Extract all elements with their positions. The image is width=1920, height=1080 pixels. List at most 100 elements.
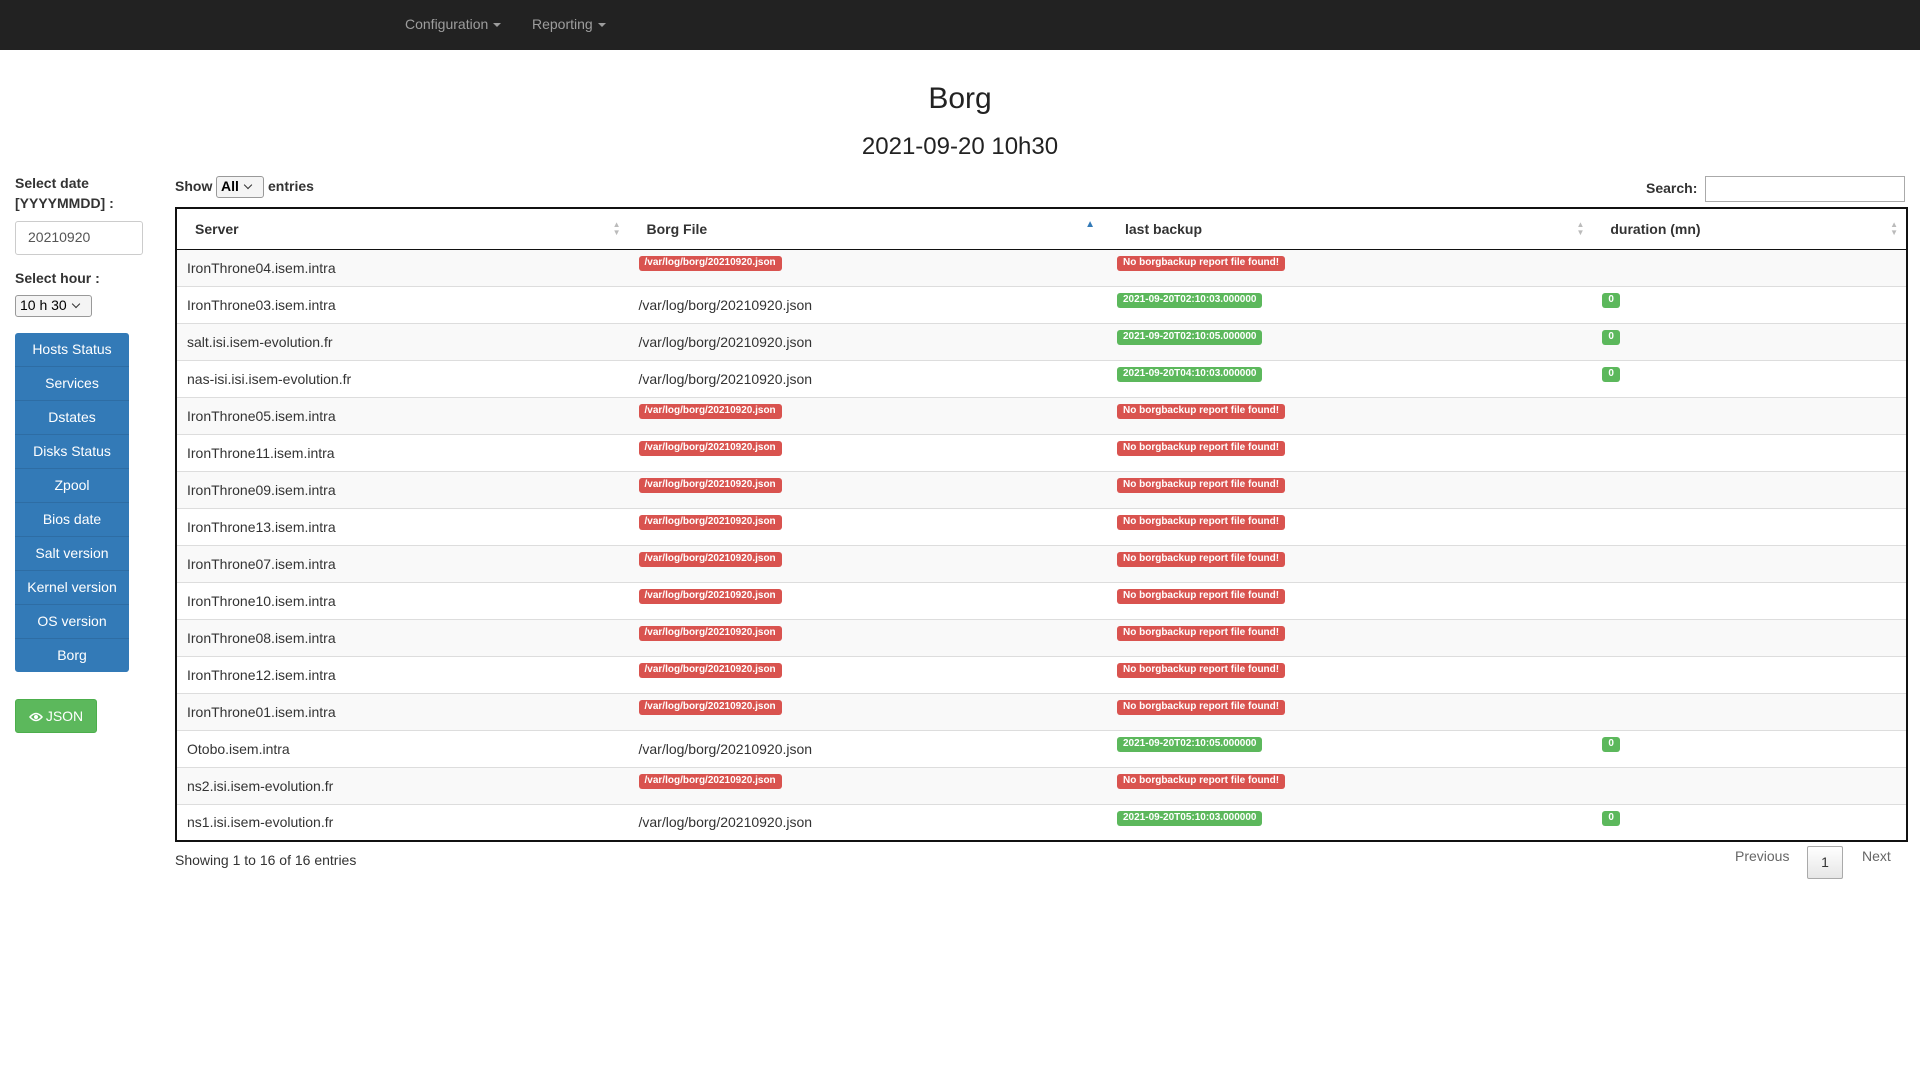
table-row: IronThrone05.isem.intra/var/log/borg/202… <box>176 396 1907 434</box>
last-backup-success-badge: 2021-09-20T05:10:03.000000 <box>1117 810 1263 826</box>
entries-length-select[interactable]: All <box>216 176 264 198</box>
table-row: IronThrone12.isem.intra/var/log/borg/202… <box>176 655 1907 693</box>
table-row: IronThrone07.isem.intra/var/log/borg/202… <box>176 544 1907 582</box>
previous-page-button[interactable]: Previous <box>1735 848 1789 864</box>
search-input[interactable] <box>1705 176 1905 202</box>
last-backup-cell: 2021-09-20T04:10:03.000000 <box>1107 359 1593 397</box>
column-header-last-backup[interactable]: last backup ▲ ▼ <box>1107 208 1593 250</box>
column-header-borg-file[interactable]: Borg File ▲ <box>628 208 1107 250</box>
side-menu-bios-date-button[interactable]: Bios date <box>15 503 129 537</box>
nav-configuration-dropdown[interactable]: Configuration <box>405 0 502 50</box>
last-backup-error-badge: No borgbackup report file found! <box>1117 441 1286 456</box>
sort-ascending-icon: ▲ <box>1085 219 1095 230</box>
next-page-button[interactable]: Next <box>1862 848 1891 864</box>
duration-cell <box>1592 618 1907 656</box>
server-cell: ns2.isi.isem-evolution.fr <box>176 766 629 804</box>
length-control: Show <box>175 175 212 197</box>
last-backup-cell: No borgbackup report file found! <box>1107 433 1593 471</box>
column-header-label: duration (mn) <box>1610 220 1701 237</box>
side-menu-dstates-button[interactable]: Dstates <box>15 401 129 435</box>
borg-file-cell: /var/log/borg/20210920.json <box>628 359 1107 397</box>
duration-badge: 0 <box>1602 367 1620 382</box>
server-cell: IronThrone08.isem.intra <box>176 618 629 656</box>
nav-configuration-label: Configuration <box>405 16 489 32</box>
side-menu: Hosts Status Services Dstates Disks Status Z… <box>15 333 129 672</box>
server-cell: IronThrone09.isem.intra <box>176 470 629 508</box>
side-menu-borg-button[interactable]: Borg <box>15 639 129 672</box>
borg-file-cell: /var/log/borg/20210920.json <box>628 433 1107 471</box>
nav-reporting-dropdown[interactable]: Reporting <box>532 0 606 50</box>
table-row: IronThrone13.isem.intra/var/log/borg/202… <box>176 507 1907 545</box>
last-backup-error-badge: No borgbackup report file found! <box>1117 515 1286 530</box>
last-backup-error-badge: No borgbackup report file found! <box>1117 589 1286 604</box>
duration-cell <box>1592 433 1907 471</box>
borg-file-cell: /var/log/borg/20210920.json <box>628 581 1107 619</box>
table-row: IronThrone11.isem.intra/var/log/borg/202… <box>176 433 1907 471</box>
json-button[interactable]: JSON <box>15 699 97 733</box>
column-header-server[interactable]: Server ▲ ▼ <box>176 208 629 250</box>
duration-badge: 0 <box>1602 737 1620 752</box>
sort-both-icon: ▲ ▼ <box>1576 220 1585 237</box>
borg-file-cell: /var/log/borg/20210920.json <box>628 507 1107 545</box>
json-button-label: JSON <box>45 708 84 724</box>
side-menu-services-button[interactable]: Services <box>15 367 129 401</box>
duration-cell <box>1592 581 1907 619</box>
borg-file-error-badge: /var/log/borg/20210920.json <box>638 589 782 604</box>
borg-file-cell: /var/log/borg/20210920.json <box>628 655 1107 693</box>
table-row: salt.isi.isem-evolution.fr/var/log/borg/… <box>176 322 1907 360</box>
borg-file-cell: /var/log/borg/20210920.json <box>628 618 1107 656</box>
duration-cell <box>1592 507 1907 545</box>
borg-file-error-badge: /var/log/borg/20210920.json <box>638 626 782 641</box>
side-menu-disks-status-button[interactable]: Disks Status <box>15 435 129 469</box>
duration-cell: 0 <box>1592 729 1907 767</box>
borg-file-cell: /var/log/borg/20210920.json <box>628 285 1107 323</box>
last-backup-cell: 2021-09-20T02:10:05.000000 <box>1107 322 1593 360</box>
hour-select[interactable]: 10 h 30 <box>15 295 92 317</box>
table-row: nas-isi.isi.isem-evolution.fr/var/log/bo… <box>176 359 1907 397</box>
side-menu-kernel-version-button[interactable]: Kernel version <box>15 571 129 605</box>
borg-file-error-badge: /var/log/borg/20210920.json <box>638 774 782 789</box>
last-backup-cell: No borgbackup report file found! <box>1107 692 1593 730</box>
table-body: IronThrone04.isem.intra/var/log/borg/202… <box>176 248 1907 841</box>
server-cell: IronThrone05.isem.intra <box>176 396 629 434</box>
last-backup-cell: No borgbackup report file found! <box>1107 581 1593 619</box>
last-backup-cell: No borgbackup report file found! <box>1107 396 1593 434</box>
server-cell: IronThrone13.isem.intra <box>176 507 629 545</box>
sort-both-icon: ▲ ▼ <box>1890 220 1898 237</box>
table-row: IronThrone03.isem.intra/var/log/borg/202… <box>176 285 1907 323</box>
column-header-label: Server <box>195 220 239 237</box>
side-menu-os-version-button[interactable]: OS version <box>15 605 129 639</box>
duration-cell <box>1592 396 1907 434</box>
duration-cell <box>1592 692 1907 730</box>
side-menu-salt-version-button[interactable]: Salt version <box>15 537 129 571</box>
page-subtitle: 2021-09-20 10h30 <box>861 133 1059 160</box>
table-row: Otobo.isem.intra/var/log/borg/20210920.j… <box>176 729 1907 767</box>
last-backup-error-badge: No borgbackup report file found! <box>1117 478 1286 493</box>
borg-file-cell: /var/log/borg/20210920.json <box>628 248 1107 286</box>
page-title: Borg <box>928 82 992 115</box>
duration-cell: 0 <box>1592 359 1907 397</box>
side-menu-zpool-button[interactable]: Zpool <box>15 469 129 503</box>
top-navbar: Configuration Reporting <box>0 0 1920 50</box>
table-row: IronThrone08.isem.intra/var/log/borg/202… <box>176 618 1907 656</box>
borg-file-error-badge: /var/log/borg/20210920.json <box>638 515 782 530</box>
last-backup-success-badge: 2021-09-20T02:10:03.000000 <box>1117 293 1263 308</box>
last-backup-cell: No borgbackup report file found! <box>1107 507 1593 545</box>
side-menu-hosts-status-button[interactable]: Hosts Status <box>15 333 129 367</box>
date-input[interactable]: 20210920 <box>15 221 143 255</box>
borg-file-cell: /var/log/borg/20210920.json <box>628 322 1107 360</box>
column-header-duration[interactable]: duration (mn) ▲ ▼ <box>1592 208 1907 250</box>
select-hour-label: Select hour : <box>15 270 100 286</box>
table-row: IronThrone04.isem.intra/var/log/borg/202… <box>176 248 1907 286</box>
page-1-button[interactable]: 1 <box>1807 846 1843 879</box>
last-backup-cell: No borgbackup report file found! <box>1107 544 1593 582</box>
entries-length-value: All <box>221 178 239 194</box>
last-backup-success-badge: 2021-09-20T02:10:05.000000 <box>1117 330 1263 345</box>
chevron-down-icon <box>243 180 253 190</box>
column-header-label: last backup <box>1125 220 1203 237</box>
server-cell: IronThrone07.isem.intra <box>176 544 629 582</box>
borg-file-cell: /var/log/borg/20210920.json <box>628 729 1107 767</box>
show-label: Show <box>175 178 213 194</box>
last-backup-success-badge: 2021-09-20T02:10:05.000000 <box>1117 737 1263 752</box>
borg-file-cell: /var/log/borg/20210920.json <box>628 396 1107 434</box>
